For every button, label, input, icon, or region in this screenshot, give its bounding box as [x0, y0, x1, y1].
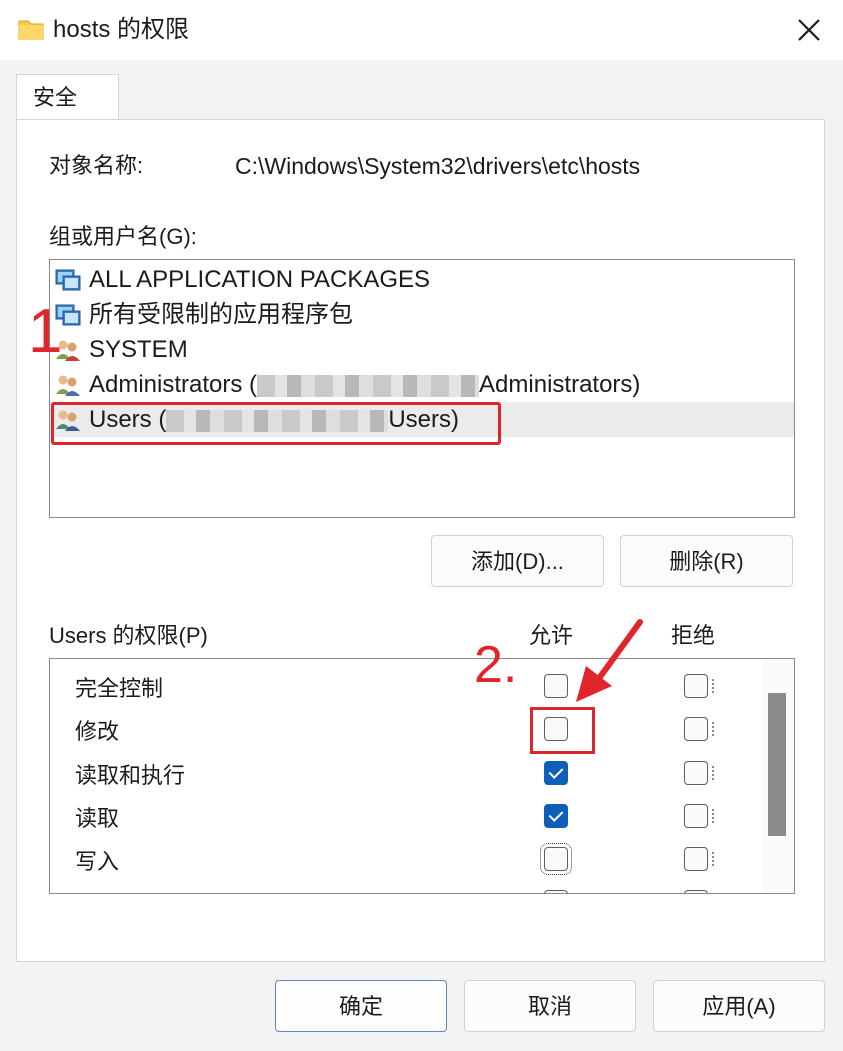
deny-header: 拒绝 [671, 623, 716, 648]
permission-row-partial [50, 885, 760, 893]
window-title: hosts 的权限 [53, 16, 190, 43]
permission-name: 完全控制 [75, 676, 164, 701]
permission-name: 写入 [75, 849, 120, 874]
group-item-label: 所有受限制的应用程序包 [89, 301, 353, 328]
group-item-restricted-app-packages[interactable]: 所有受限制的应用程序包 [50, 297, 794, 332]
tab-security-label: 安全 [33, 85, 78, 110]
permission-row-write: 写入 [50, 842, 760, 885]
allow-checkbox[interactable] [540, 843, 572, 875]
ok-button[interactable]: 确定 [275, 980, 447, 1032]
remove-button[interactable]: 删除(R) [620, 535, 793, 587]
group-item-administrators[interactable]: Administrators (Administrators) [50, 367, 794, 402]
deny-checkbox[interactable] [684, 804, 708, 828]
permission-name: 读取 [75, 806, 120, 831]
group-item-system[interactable]: SYSTEM [50, 332, 794, 367]
app-packages-icon [55, 269, 81, 291]
permission-row-read-execute: 读取和执行 [50, 756, 760, 799]
deny-checkbox[interactable] [684, 847, 708, 871]
add-button[interactable]: 添加(D)... [431, 535, 604, 587]
apply-button[interactable]: 应用(A) [653, 980, 825, 1032]
group-item-label: Administrators (Administrators) [89, 371, 641, 398]
deny-checkbox[interactable] [684, 761, 708, 785]
focus-dots [712, 852, 714, 868]
permissions-scrollbar[interactable] [762, 659, 794, 893]
close-button[interactable] [791, 12, 827, 48]
groups-label: 组或用户名(G): [49, 224, 197, 249]
permission-name: 修改 [75, 719, 120, 744]
allow-checkbox[interactable] [544, 804, 568, 828]
ok-button-label: 确定 [338, 994, 383, 1019]
remove-button-label: 删除(R) [669, 549, 744, 574]
focus-dots [712, 766, 714, 782]
scrollbar-thumb[interactable] [768, 693, 786, 836]
group-item-all-app-packages[interactable]: ALL APPLICATION PACKAGES [50, 262, 794, 297]
focus-dots [712, 722, 714, 738]
add-button-label: 添加(D)... [471, 549, 564, 574]
permissions-label: Users 的权限(P) [49, 623, 208, 648]
object-name-value: C:\Windows\System32\drivers\etc\hosts [235, 153, 641, 179]
groups-list[interactable]: ALL APPLICATION PACKAGES 所有受限制的应用程序包 SYS… [49, 259, 795, 518]
allow-checkbox[interactable] [544, 761, 568, 785]
annotation-step-2: 2. [474, 636, 518, 694]
permissions-list[interactable]: 完全控制 修改 读取和执行 读取 写入 [49, 658, 795, 894]
annotation-highlight-users [51, 402, 501, 445]
object-name-label: 对象名称: [49, 153, 144, 178]
permission-row-read: 读取 [50, 799, 760, 842]
allow-checkbox[interactable] [544, 890, 568, 893]
annotation-highlight-modify-allow [530, 707, 595, 754]
deny-checkbox[interactable] [684, 890, 708, 893]
focus-dots [712, 809, 714, 825]
annotation-arrow-icon [576, 619, 643, 702]
deny-checkbox[interactable] [684, 717, 708, 741]
title-bar: hosts 的权限 [0, 0, 843, 60]
group-item-label: ALL APPLICATION PACKAGES [89, 266, 431, 293]
deny-checkbox[interactable] [684, 674, 708, 698]
permission-name: 读取和执行 [75, 763, 186, 788]
tab-security[interactable]: 安全 [16, 74, 119, 120]
group-item-label: SYSTEM [89, 336, 188, 363]
annotation-step-1: 1 [28, 297, 63, 366]
cancel-button[interactable]: 取消 [464, 980, 636, 1032]
apply-button-label: 应用(A) [702, 994, 776, 1019]
cancel-button-label: 取消 [527, 994, 572, 1019]
folder-icon [18, 20, 44, 40]
users-group-icon [56, 375, 80, 396]
permission-row-modify: 修改 [50, 712, 760, 755]
focus-dots [712, 679, 714, 695]
redacted-text [257, 374, 480, 397]
close-icon [798, 19, 820, 41]
